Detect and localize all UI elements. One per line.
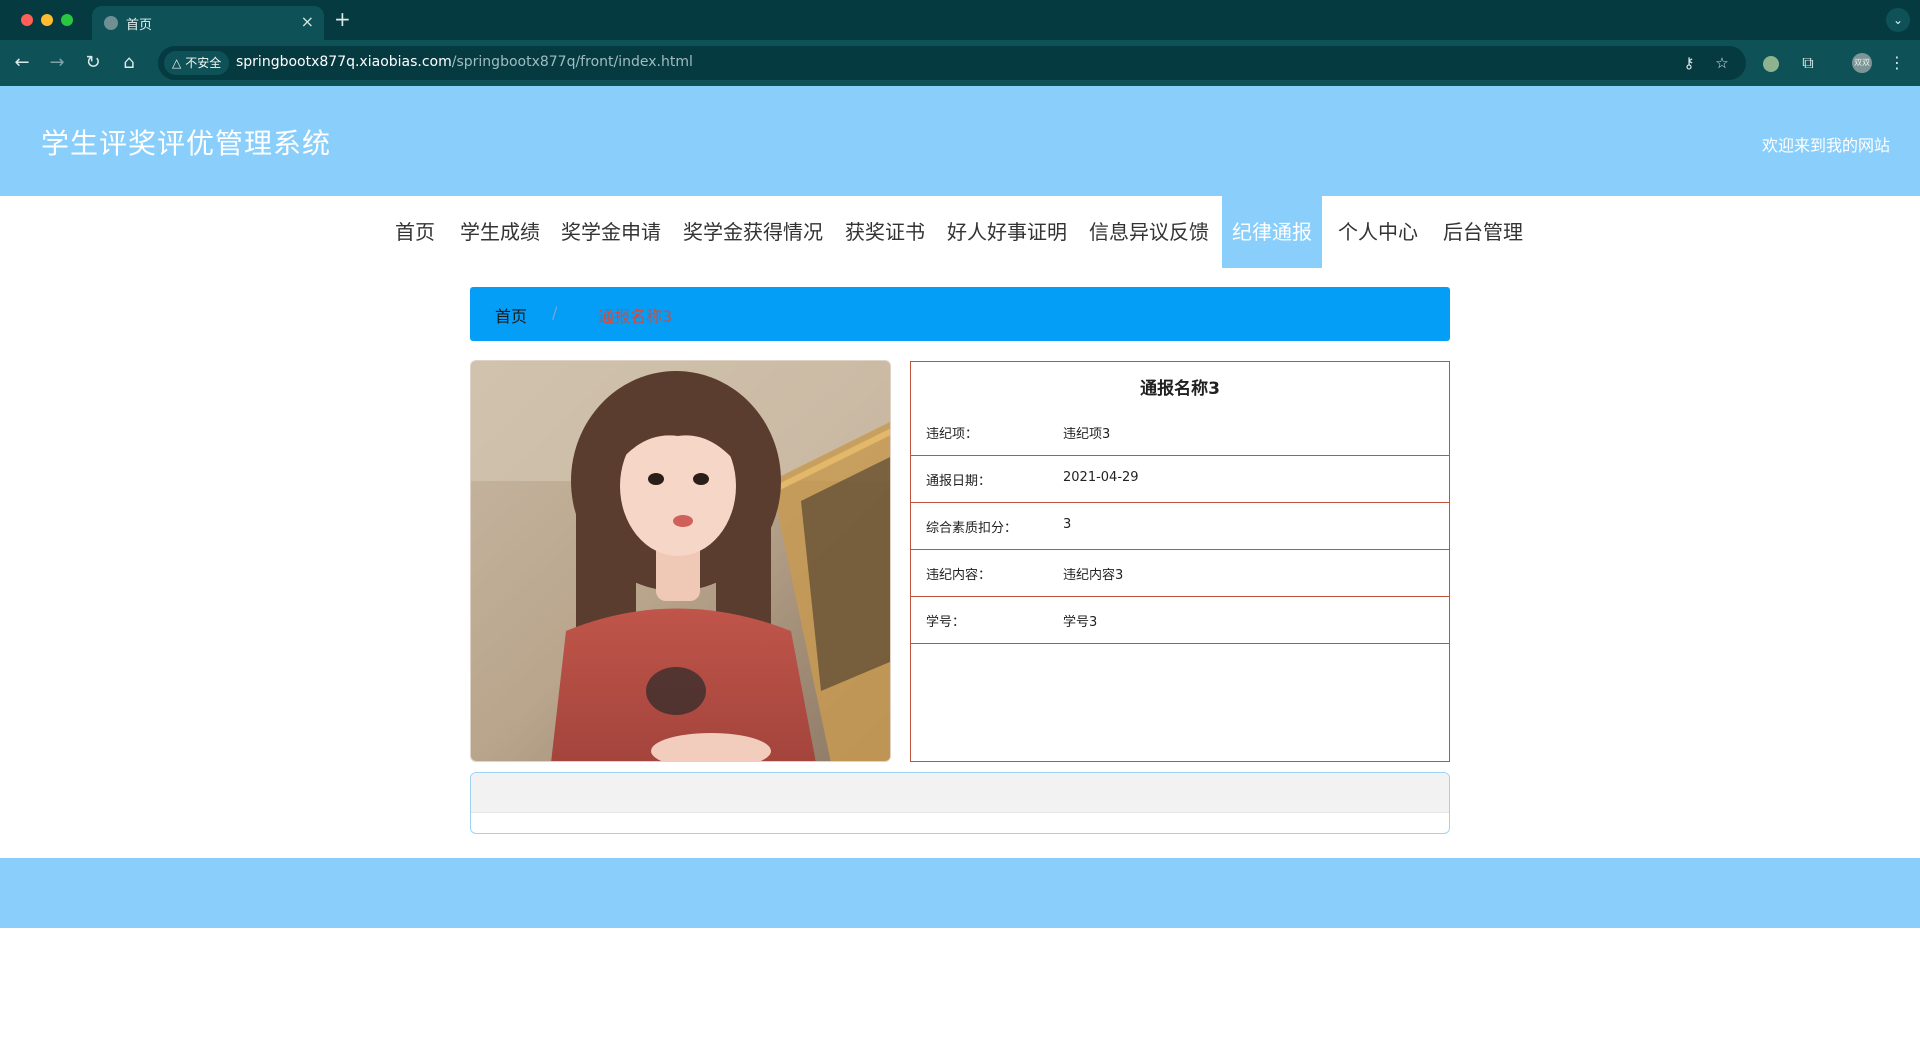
minimize-window-button[interactable] [41,14,53,26]
nav-item-feedback[interactable]: 信息异议反馈 [1079,196,1219,268]
maximize-window-button[interactable] [61,14,73,26]
detail-label: 学号： [926,615,966,630]
notice-title: 通报名称3 [1140,379,1220,399]
browser-tabstrip: 首页 × + ⌄ [0,0,1920,40]
detail-label: 综合素质扣分： [926,521,1018,536]
browser-tab[interactable]: 首页 × [92,6,324,40]
notice-photo-image [471,361,890,761]
breadcrumb-home-link[interactable]: 首页 [495,303,527,327]
breadcrumb-current: 通报名称3 [598,307,673,326]
nav-item-home[interactable]: 首页 [385,196,445,268]
profile-avatar[interactable]: 双双 [1852,53,1872,73]
site-header: 学生评奖评优管理系统 欢迎来到我的网站 [0,86,1920,196]
globe-icon [104,16,118,30]
bookmark-star-icon[interactable]: ☆ [1712,53,1732,73]
detail-value: 2021-04-29 [1063,470,1139,485]
detail-row-student-id: 学号： 学号3 [911,597,1449,644]
reload-icon[interactable]: ↻ [80,50,106,76]
detail-value: 学号3 [1063,615,1098,630]
detail-row-quality-deduction: 综合素质扣分： 3 [911,503,1449,550]
main-nav: 首页 学生成绩 奖学金申请 奖学金获得情况 获奖证书 好人好事证明 信息异议反馈… [0,196,1920,268]
detail-value: 违纪内容3 [1063,568,1124,583]
url-path: /springbootx877q/front/index.html [451,54,693,70]
nav-item-admin[interactable]: 后台管理 [1433,196,1533,268]
key-icon[interactable]: ⚷ [1679,53,1699,73]
detail-row-violation-content: 违纪内容： 违纪内容3 [911,550,1449,597]
tab-close-icon[interactable]: × [301,12,314,32]
nav-item-grades[interactable]: 学生成绩 [450,196,550,268]
content-panel-header [471,773,1449,813]
warning-triangle-icon: △ [172,56,182,70]
puzzle-icon[interactable]: ⧉ [1797,52,1819,74]
content-panel [470,772,1450,834]
welcome-text: 欢迎来到我的网站 [1761,136,1890,155]
tab-search-chevron-icon[interactable]: ⌄ [1886,8,1910,32]
detail-label: 违纪项： [926,427,979,442]
security-label: 不安全 [185,56,222,70]
detail-row-violation-item: 违纪项： 违纪项3 [911,409,1449,456]
tab-title: 首页 [126,18,153,33]
new-tab-button[interactable]: + [334,8,351,30]
breadcrumb: 首页 / 通报名称3 [470,287,1450,341]
address-bar[interactable]: △ 不安全 springbootx877q.xiaobias.com/spring… [158,46,1746,80]
detail-value: 违纪项3 [1063,427,1111,442]
back-arrow-icon[interactable]: ← [9,50,35,76]
nav-item-certificates[interactable]: 获奖证书 [835,196,935,268]
nav-item-scholarship-results[interactable]: 奖学金获得情况 [673,196,833,268]
nav-item-good-deeds[interactable]: 好人好事证明 [937,196,1077,268]
forward-arrow-icon[interactable]: → [44,50,70,76]
url-host: springbootx877q.xiaobias.com [236,54,452,70]
home-icon[interactable]: ⌂ [116,50,142,76]
nav-item-scholarship-apply[interactable]: 奖学金申请 [551,196,671,268]
security-chip[interactable]: △ 不安全 [164,51,230,75]
site-footer [0,858,1920,928]
detail-label: 通报日期： [926,474,992,489]
url-text[interactable]: springbootx877q.xiaobias.com/springbootx… [236,54,693,70]
detail-value: 3 [1063,517,1072,532]
notice-detail-panel: 通报名称3 违纪项： 违纪项3 通报日期： 2021-04-29 综合素质扣分：… [910,361,1450,762]
detail-label: 违纪内容： [926,568,992,583]
breadcrumb-separator: / [552,303,558,322]
browser-toolbar: ← → ↻ ⌂ △ 不安全 springbootx877q.xiaobias.co… [0,40,1920,86]
notice-photo [470,360,891,762]
nav-item-profile[interactable]: 个人中心 [1328,196,1428,268]
detail-row-notice-date: 通报日期： 2021-04-29 [911,456,1449,503]
site-title: 学生评奖评优管理系统 [41,127,332,160]
nav-item-discipline[interactable]: 纪律通报 [1222,196,1322,268]
extension-dot-icon[interactable] [1763,56,1779,72]
kebab-menu-icon[interactable]: ⋮ [1886,52,1908,74]
close-window-button[interactable] [21,14,33,26]
